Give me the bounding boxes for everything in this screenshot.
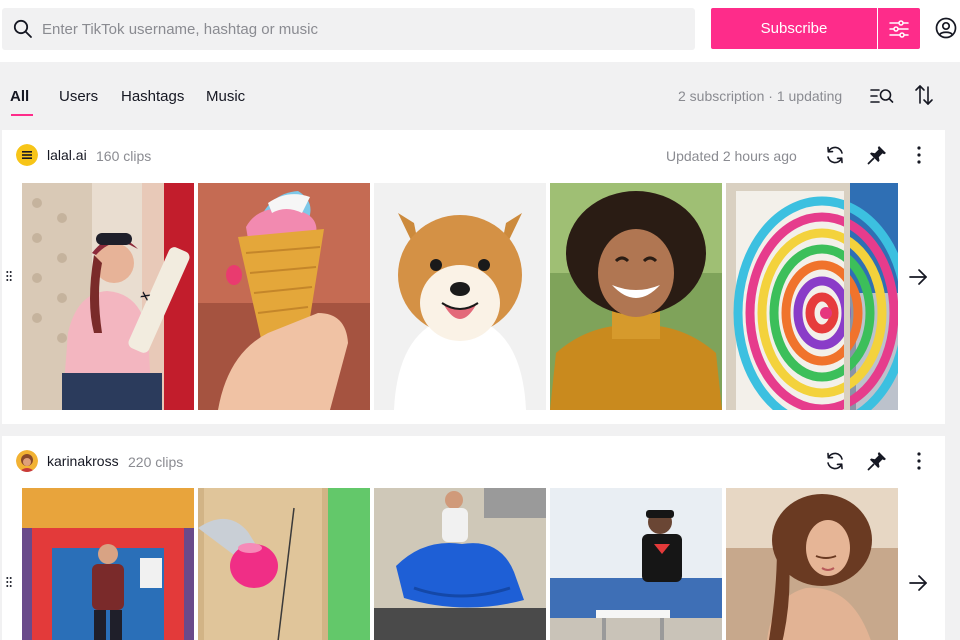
clip-thumbnails <box>22 488 898 640</box>
tab-users[interactable]: Users <box>59 88 98 105</box>
filter-settings-button[interactable] <box>878 8 920 49</box>
tab-music[interactable]: Music <box>206 88 245 105</box>
active-tab-indicator <box>11 114 33 116</box>
drag-handle-icon[interactable] <box>6 270 12 282</box>
subscription-status: 2 subscription · 1 updating <box>678 88 843 104</box>
list-search-icon[interactable] <box>870 86 894 106</box>
subscribe-button[interactable]: Subscribe <box>711 8 877 49</box>
drag-handle-icon[interactable] <box>6 576 12 588</box>
username[interactable]: lalal.ai <box>47 147 87 163</box>
clip-thumbnail[interactable] <box>726 183 898 410</box>
clip-count: 220 clips <box>128 454 184 470</box>
pin-icon[interactable] <box>866 144 888 166</box>
clip-thumbnail[interactable] <box>374 488 546 640</box>
more-vertical-icon[interactable] <box>908 450 930 472</box>
sort-arrows-icon[interactable] <box>914 84 934 106</box>
clip-thumbnail[interactable] <box>198 183 370 410</box>
avatar[interactable] <box>16 144 38 166</box>
clip-thumbnail[interactable] <box>198 488 370 640</box>
refresh-icon[interactable] <box>824 450 846 472</box>
card-header: lalal.ai 160 clips Updated 2 hours ago <box>2 130 945 180</box>
search-input[interactable] <box>42 20 662 38</box>
clip-thumbnail[interactable] <box>550 183 722 410</box>
arrow-right-icon[interactable] <box>907 268 929 286</box>
username[interactable]: karinakross <box>47 453 119 469</box>
subscription-card: karinakross 220 clips <box>2 436 945 640</box>
card-header: karinakross 220 clips <box>2 436 945 486</box>
refresh-icon[interactable] <box>824 144 846 166</box>
search-icon <box>13 19 32 38</box>
clip-thumbnail[interactable] <box>550 488 722 640</box>
updated-time: Updated 2 hours ago <box>666 148 797 164</box>
clip-thumbnails: X <box>22 183 898 410</box>
arrow-right-icon[interactable] <box>907 574 929 592</box>
clip-thumbnail[interactable] <box>726 488 898 640</box>
tab-hashtags[interactable]: Hashtags <box>121 88 184 105</box>
clip-thumbnail[interactable] <box>22 488 194 640</box>
clip-thumbnail[interactable] <box>374 183 546 410</box>
tab-all[interactable]: All <box>10 88 29 105</box>
pin-icon[interactable] <box>866 450 888 472</box>
sliders-icon <box>889 19 909 38</box>
clip-thumbnail[interactable]: X <box>22 183 194 410</box>
top-bar: Subscribe <box>0 0 960 62</box>
more-vertical-icon[interactable] <box>908 144 930 166</box>
avatar[interactable] <box>16 450 38 472</box>
subscription-card: lalal.ai 160 clips Updated 2 hours ago X <box>2 130 945 424</box>
clip-count: 160 clips <box>96 148 152 164</box>
filter-tabs: All Users Hashtags Music 2 subscription … <box>0 62 960 128</box>
search-bar[interactable] <box>2 8 695 50</box>
user-circle-icon[interactable] <box>934 16 958 40</box>
